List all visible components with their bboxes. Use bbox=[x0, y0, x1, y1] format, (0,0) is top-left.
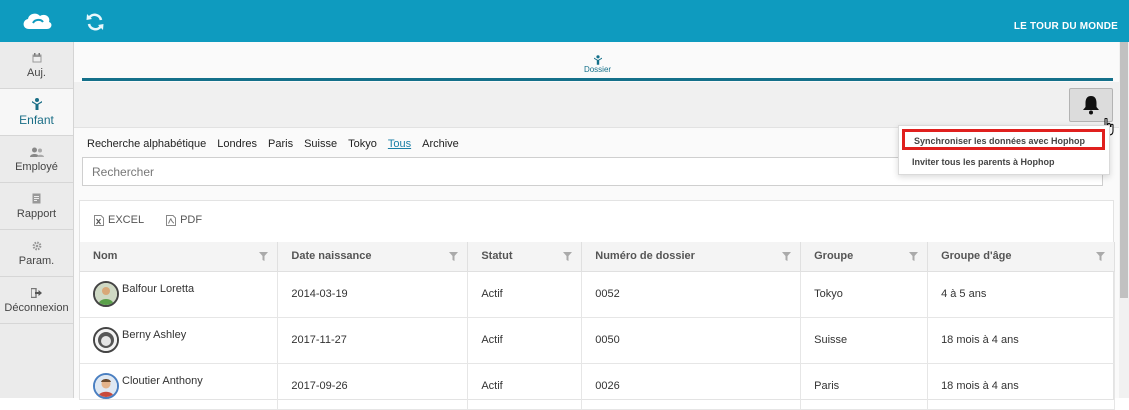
filter-tous[interactable]: Tous bbox=[388, 138, 411, 150]
filter-suisse[interactable]: Suisse bbox=[304, 138, 337, 150]
refresh-icon[interactable] bbox=[84, 11, 106, 33]
sidebar-item-label: Employé bbox=[15, 160, 58, 173]
scrollbar-thumb[interactable] bbox=[1120, 42, 1128, 298]
table-row[interactable]: Berny Ashley 2017-11-27 Actif 0050 Suiss… bbox=[80, 317, 1115, 364]
gear-icon bbox=[32, 240, 42, 252]
top-bar: LE TOUR DU MONDE bbox=[0, 0, 1129, 42]
toolbar bbox=[74, 82, 1119, 128]
filter-tokyo[interactable]: Tokyo bbox=[348, 138, 377, 150]
column-header-date-naissance[interactable]: Date naissance bbox=[277, 242, 469, 272]
children-table-panel: EXCEL PDF Nom Date naissance Statut Numé… bbox=[79, 200, 1115, 410]
child-name: Cloutier Anthony bbox=[122, 375, 203, 387]
menu-item-sync-hophop[interactable]: Synchroniser les données avec Hophop bbox=[902, 129, 1105, 150]
notifications-menu: Synchroniser les données avec Hophop Inv… bbox=[898, 125, 1110, 175]
filter-icon[interactable] bbox=[1096, 252, 1105, 261]
sidebar-item-label: Auj. bbox=[27, 66, 46, 79]
cell-groupe-age: 4 à 5 ans bbox=[927, 271, 1115, 318]
column-header-statut[interactable]: Statut bbox=[467, 242, 583, 272]
export-buttons: EXCEL PDF bbox=[94, 214, 202, 226]
sidebar-item-label: Param. bbox=[18, 254, 55, 267]
cell-groupe: Suisse bbox=[800, 317, 929, 364]
column-header-groupe-age[interactable]: Groupe d'âge bbox=[927, 242, 1115, 272]
sidebar-item-label: Enfant bbox=[19, 112, 54, 127]
cell-numero-dossier: 0050 bbox=[581, 317, 802, 364]
child-name: Balfour Loretta bbox=[122, 283, 195, 295]
sidebar-item-rapport[interactable]: Rapport bbox=[0, 183, 73, 230]
sidebar-item-deconnexion[interactable]: Déconnexion bbox=[0, 277, 73, 324]
table-row[interactable]: Cloutier Anthony 2017-09-26 Actif 0026 P… bbox=[80, 363, 1115, 410]
notifications-button[interactable] bbox=[1069, 88, 1113, 122]
column-header-groupe[interactable]: Groupe bbox=[800, 242, 929, 272]
pdf-label: PDF bbox=[180, 214, 203, 226]
table-header-row: Nom Date naissance Statut Numéro de doss… bbox=[80, 242, 1115, 272]
cell-nom[interactable]: Berny Ashley bbox=[80, 317, 279, 364]
report-icon bbox=[32, 193, 41, 205]
avatar bbox=[93, 281, 119, 307]
child-icon bbox=[593, 55, 602, 65]
main-content: Dossier Recherche alphabétique Londres P… bbox=[74, 42, 1119, 410]
filter-label: Recherche alphabétique bbox=[87, 138, 207, 150]
filter-londres[interactable]: Londres bbox=[217, 138, 257, 150]
cell-nom[interactable]: Balfour Loretta bbox=[80, 271, 279, 318]
sidebar-item-auj[interactable]: Auj. bbox=[0, 42, 73, 89]
sidebar-item-label: Déconnexion bbox=[4, 301, 69, 314]
child-icon bbox=[31, 97, 42, 110]
excel-label: EXCEL bbox=[108, 214, 145, 226]
table-row[interactable]: Balfour Loretta 2014-03-19 Actif 0052 To… bbox=[80, 271, 1115, 318]
employees-icon bbox=[29, 146, 44, 158]
filter-icon[interactable] bbox=[449, 252, 459, 261]
avatar bbox=[93, 373, 119, 399]
cell-groupe-age: 18 mois à 4 ans bbox=[927, 363, 1115, 410]
filter-icon[interactable] bbox=[259, 252, 269, 261]
cell-statut: Actif bbox=[467, 317, 583, 364]
sidebar-item-employe[interactable]: Employé bbox=[0, 136, 73, 183]
sidebar-item-enfant[interactable]: Enfant bbox=[0, 89, 73, 136]
cell-statut: Actif bbox=[467, 271, 583, 318]
logout-icon bbox=[31, 287, 42, 299]
excel-export-button[interactable]: EXCEL bbox=[94, 214, 144, 226]
filter-archive[interactable]: Archive bbox=[422, 138, 459, 150]
filter-icon[interactable] bbox=[909, 252, 919, 261]
pdf-export-button[interactable]: PDF bbox=[166, 214, 202, 226]
tab-dossier-label: Dossier bbox=[583, 65, 612, 74]
cell-date-naissance: 2014-03-19 bbox=[277, 271, 469, 318]
filter-icon[interactable] bbox=[782, 252, 792, 261]
bell-icon bbox=[1083, 96, 1099, 115]
children-table: Nom Date naissance Statut Numéro de doss… bbox=[80, 242, 1115, 410]
cell-numero-dossier: 0026 bbox=[581, 363, 802, 410]
cell-date-naissance: 2017-11-27 bbox=[277, 317, 469, 364]
filter-icon[interactable] bbox=[563, 252, 573, 261]
column-header-numero-dossier[interactable]: Numéro de dossier bbox=[581, 242, 802, 272]
sidebar: Auj. Enfant Employé Rapport Param. Décon… bbox=[0, 42, 74, 398]
tab-dossier[interactable]: Dossier bbox=[82, 52, 1113, 81]
cell-groupe: Tokyo bbox=[800, 271, 929, 318]
organization-name: LE TOUR DU MONDE bbox=[1013, 21, 1118, 32]
cell-date-naissance: 2017-09-26 bbox=[277, 363, 469, 410]
filter-paris[interactable]: Paris bbox=[268, 138, 293, 150]
sidebar-item-label: Rapport bbox=[16, 207, 57, 220]
cell-statut: Actif bbox=[467, 363, 583, 410]
alphabetical-filters: Recherche alphabétique Londres Paris Sui… bbox=[87, 138, 459, 150]
cell-numero-dossier: 0052 bbox=[581, 271, 802, 318]
menu-item-invite-parents[interactable]: Inviter tous les parents à Hophop bbox=[899, 154, 1055, 178]
excel-file-icon bbox=[94, 214, 104, 226]
sidebar-item-param[interactable]: Param. bbox=[0, 230, 73, 277]
cell-groupe: Paris bbox=[800, 363, 929, 410]
child-name: Berny Ashley bbox=[122, 329, 187, 341]
pdf-file-icon bbox=[166, 214, 177, 226]
calendar-icon bbox=[32, 52, 42, 64]
cell-groupe-age: 18 mois à 4 ans bbox=[927, 317, 1115, 364]
cell-nom[interactable]: Cloutier Anthony bbox=[80, 363, 279, 410]
column-header-nom[interactable]: Nom bbox=[80, 242, 279, 272]
avatar bbox=[93, 327, 119, 353]
cloud-logo-icon[interactable] bbox=[0, 0, 73, 42]
